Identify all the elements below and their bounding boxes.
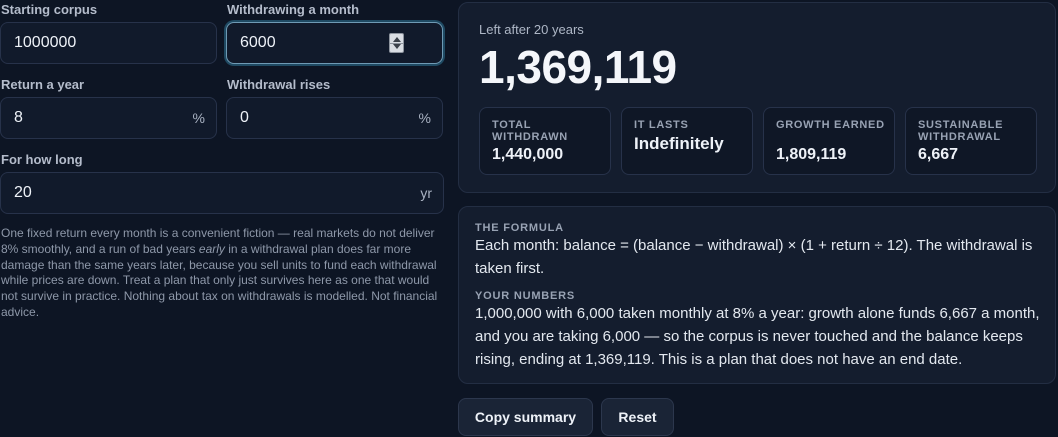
result-label: Left after 20 years <box>479 22 584 37</box>
withdrawal-calculator: Starting corpus 1000000 Withdrawing a mo… <box>0 0 1058 437</box>
return-year-unit: % <box>192 110 205 126</box>
how-long-unit: yr <box>420 185 432 201</box>
stat-total-withdrawn: TOTAL WITHDRAWN 1,440,000 <box>479 107 611 175</box>
your-numbers-title: YOUR NUMBERS <box>475 290 576 302</box>
note-emphasis: early <box>198 241 225 256</box>
stat-value: 1,440,000 <box>492 146 564 163</box>
starting-corpus-value: 1000000 <box>14 34 77 51</box>
disclaimer-note: One fixed return every month is a conven… <box>1 226 445 321</box>
stat-label: GROWTH EARNED <box>776 119 885 131</box>
result-card: Left after 20 years 1,369,119 TOTAL WITH… <box>458 2 1056 193</box>
copy-summary-button[interactable]: Copy summary <box>458 398 593 436</box>
stat-label: SUSTAINABLE WITHDRAWAL <box>918 119 1004 143</box>
stat-label: IT LASTS <box>634 119 689 131</box>
stat-value: Indefinitely <box>634 134 724 153</box>
withdrawal-rises-label: Withdrawal rises <box>227 77 331 92</box>
withdrawing-month-input[interactable]: 6000 <box>226 22 443 64</box>
return-year-input[interactable]: 8 % <box>0 97 217 139</box>
number-spinner-icon[interactable] <box>389 33 404 53</box>
withdrawal-rises-value: 0 <box>240 109 249 126</box>
return-year-value: 8 <box>14 109 23 126</box>
stat-label: TOTAL WITHDRAWN <box>492 119 568 143</box>
withdrawing-month-value: 6000 <box>240 34 276 51</box>
return-year-label: Return a year <box>1 77 85 92</box>
stat-value: 1,809,119 <box>776 146 847 163</box>
spinner-up-icon[interactable] <box>393 37 401 42</box>
reset-button[interactable]: Reset <box>601 398 674 436</box>
formula-text: Each month: balance = (balance − withdra… <box>475 237 1033 277</box>
formula-card: THE FORMULA Each month: balance = (balan… <box>458 206 1056 384</box>
stat-value: 6,667 <box>918 146 959 163</box>
result-value: 1,369,119 <box>479 41 677 93</box>
stat-sustainable-withdrawal: SUSTAINABLE WITHDRAWAL 6,667 <box>905 107 1037 175</box>
withdrawing-month-label: Withdrawing a month <box>227 2 360 17</box>
withdrawal-rises-unit: % <box>418 110 431 126</box>
starting-corpus-label: Starting corpus <box>1 2 98 17</box>
how-long-value: 20 <box>14 184 32 201</box>
withdrawal-rises-input[interactable]: 0 % <box>226 97 443 139</box>
formula-title: THE FORMULA <box>475 222 564 234</box>
stat-it-lasts: IT LASTS Indefinitely <box>621 107 753 175</box>
stat-growth-earned: GROWTH EARNED 1,809,119 <box>763 107 895 175</box>
how-long-label: For how long <box>1 152 83 167</box>
how-long-input[interactable]: 20 yr <box>0 172 444 214</box>
your-numbers-text: 1,000,000 with 6,000 taken monthly at 8%… <box>475 305 1040 368</box>
starting-corpus-input[interactable]: 1000000 <box>0 22 217 64</box>
spinner-down-icon[interactable] <box>393 44 401 49</box>
